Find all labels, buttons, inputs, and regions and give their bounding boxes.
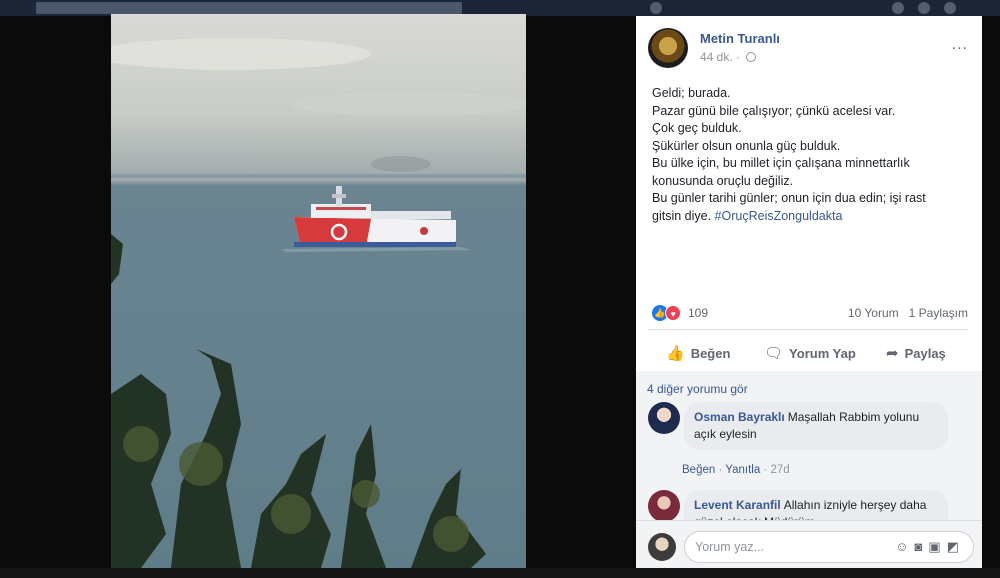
hashtag-link[interactable]: #OruçReisZonguldakta (715, 209, 843, 223)
post-text-line: Çok geç bulduk. (652, 121, 742, 135)
commenter-avatar[interactable] (648, 402, 680, 434)
shares-count[interactable]: 1 Paylaşım (909, 306, 968, 320)
emoji-icon[interactable]: ☺ (895, 539, 914, 554)
like-icon: 👍 (666, 345, 685, 362)
share-button-label: Paylaş (904, 346, 946, 361)
comment-age[interactable]: 27d (770, 464, 789, 476)
love-reaction-icon[interactable]: ♥ (665, 305, 681, 321)
comment-button-label: Yorum Yap (789, 346, 856, 361)
comment-input-placeholder: Yorum yaz... (695, 540, 765, 554)
engagement-counts: 10 Yorum 1 Paylaşım (848, 306, 968, 320)
share-icon: ➦ (886, 345, 899, 362)
sticker-icon[interactable]: ◩ (947, 539, 965, 554)
comment-button[interactable]: 🗨 Yorum Yap (764, 337, 856, 371)
more-options-icon[interactable]: ... (952, 36, 968, 54)
post-photo[interactable] (111, 14, 526, 568)
like-button-label: Beğen (690, 346, 731, 361)
post-panel: Metin Turanlı 44 dk. · ... Geldi; burada… (636, 16, 982, 568)
post-time[interactable]: 44 dk. · (700, 50, 740, 64)
author-name[interactable]: Metin Turanlı (700, 31, 780, 46)
camera-icon[interactable]: ◙ (915, 539, 929, 554)
author-avatar[interactable] (648, 28, 688, 68)
gif-icon[interactable]: ▣ (928, 539, 946, 554)
share-button[interactable]: ➦ Paylaş (886, 337, 946, 371)
post-meta: 44 dk. · (700, 50, 757, 64)
commenter-avatar[interactable] (648, 490, 680, 522)
profile-icon[interactable] (650, 2, 662, 14)
post-actions: 👍 Beğen 🗨 Yorum Yap ➦ Paylaş (648, 337, 968, 371)
post-text: Geldi; burada. Pazar günü bile çalışıyor… (652, 85, 972, 225)
composer-icons: ☺◙▣◩ (895, 539, 965, 555)
post-text-line: konusunda oruçlu değiliz. (652, 173, 794, 188)
post-text-line: Geldi; burada. (652, 86, 731, 100)
friend-requests-icon[interactable] (892, 2, 904, 14)
comment-bubble: Osman Bayraklı Maşallah Rabbim yolunu açı… (684, 402, 948, 450)
bottom-bar (0, 568, 1000, 578)
comment-icon: 🗨 (764, 345, 784, 362)
comment-reply-link[interactable]: Yanıtla (725, 464, 760, 476)
reactions-bar: 👍 ♥ 109 10 Yorum 1 Paylaşım (652, 305, 968, 321)
messages-icon[interactable] (918, 2, 930, 14)
view-more-comments-link[interactable]: 4 diğer yorumu gör (647, 382, 748, 396)
commenter-name[interactable]: Levent Karanfil (694, 498, 781, 512)
like-button[interactable]: 👍 Beğen (666, 337, 730, 371)
commenter-name[interactable]: Osman Bayraklı (694, 410, 785, 424)
post-text-line: Pazar günü bile çalışıyor; çünkü acelesi… (652, 103, 896, 118)
divider (648, 329, 968, 330)
comment-input[interactable]: Yorum yaz... ☺◙▣◩ (684, 531, 974, 563)
reaction-count[interactable]: 109 (688, 306, 708, 320)
comments-count[interactable]: 10 Yorum (848, 306, 899, 320)
search-bar[interactable] (36, 2, 462, 14)
comment-like-link[interactable]: Beğen (682, 464, 715, 476)
post-text-line: Bu ülke için, bu millet için çalışana mi… (652, 156, 910, 170)
comment-composer: Yorum yaz... ☺◙▣◩ (636, 520, 982, 568)
post-text-line: gitsin diye. (652, 208, 712, 223)
globe-icon (746, 52, 757, 62)
notifications-icon[interactable] (944, 2, 956, 14)
current-user-avatar (648, 533, 676, 561)
post-header: Metin Turanlı 44 dk. · ... (648, 28, 968, 72)
post-text-line: Bu günler tarihi günler; onun için dua e… (652, 191, 926, 205)
ship-at-sea-image (111, 38, 526, 568)
comment-actions: Beğen · Yanıtla · 27d (682, 464, 790, 476)
post-text-line: Şükürler olsun onunla güç bulduk. (652, 138, 841, 153)
